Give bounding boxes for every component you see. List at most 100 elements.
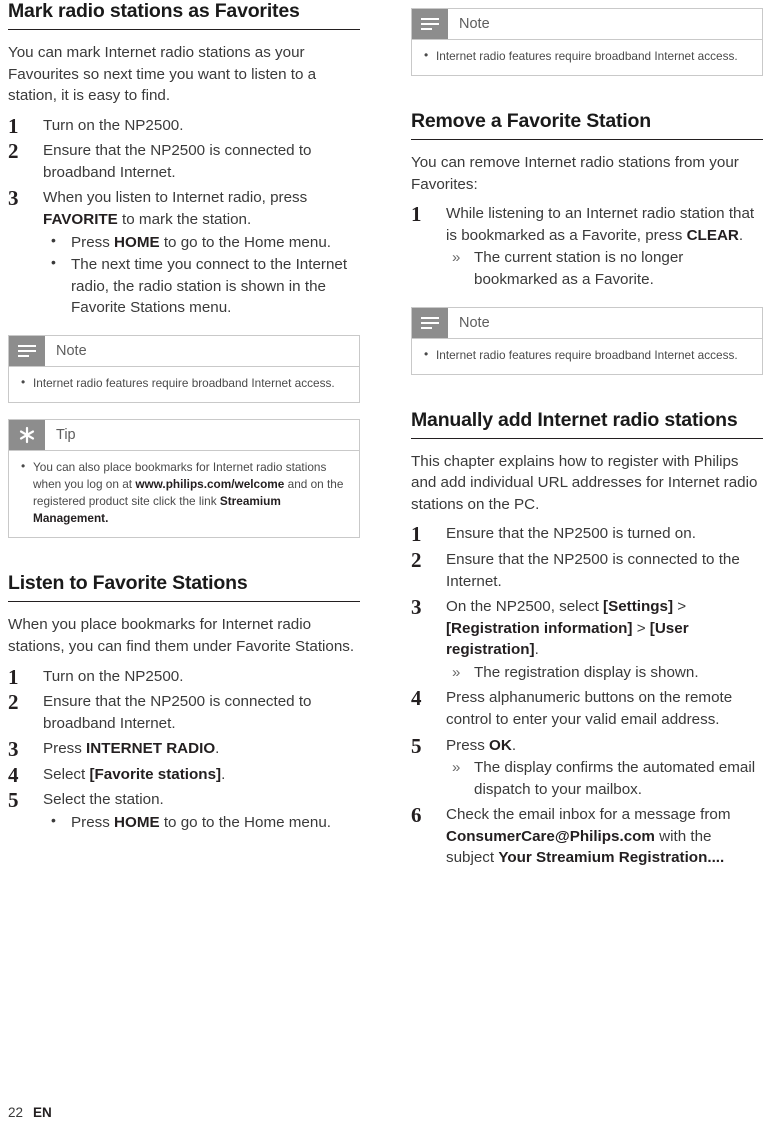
step-number: 6 (411, 803, 422, 828)
note-lines-icon (412, 9, 448, 39)
tip-item: You can also place bookmarks for Interne… (19, 458, 349, 527)
step-text: Ensure that the NP2500 is connected to b… (43, 693, 312, 732)
manual-page: Mark radio stations as Favorites You can… (0, 0, 766, 1131)
bullet-item: Press HOME to go to the Home menu. (43, 811, 360, 834)
note-item: Internet radio features require broadban… (422, 47, 752, 65)
step-text: Ensure that the NP2500 is connected to t… (446, 550, 740, 590)
step-item: 4 Select [Favorite stations]. (8, 763, 360, 787)
step-result-list: The registration display is shown. (446, 662, 763, 684)
step-number: 3 (8, 186, 19, 211)
step-result-list: The current station is no longer bookmar… (446, 247, 763, 290)
step-text: Check the email inbox for a message from… (446, 806, 731, 867)
step-item: 5 Press OK. The display confirms the aut… (411, 733, 763, 801)
note-title: Note (56, 342, 87, 359)
step-result-list: The display confirms the automated email… (446, 757, 763, 800)
note-item: Internet radio features require broadban… (19, 374, 349, 392)
note-lines-icon (412, 307, 448, 338)
result-item: The current station is no longer bookmar… (446, 247, 763, 290)
note-header: Note (9, 335, 359, 367)
note-header: Note (412, 307, 762, 339)
step-item: 3 Press INTERNET RADIO. (8, 737, 360, 761)
step-item: 3 On the NP2500, select [Settings] > [Re… (411, 595, 763, 684)
tip-box: Tip You can also place bookmarks for Int… (8, 419, 360, 539)
step-item: 5 Select the station. Press HOME to go t… (8, 788, 360, 834)
note-body: Internet radio features require broadban… (412, 40, 762, 75)
step-text: Turn on the NP2500. (43, 116, 184, 134)
step-text: While listening to an Internet radio sta… (446, 205, 755, 244)
step-number: 4 (411, 686, 422, 711)
tip-title: Tip (56, 427, 76, 444)
note-title: Note (459, 314, 490, 331)
step-text: Press OK. (446, 736, 517, 754)
left-column: Mark radio stations as Favorites You can… (8, 0, 360, 838)
step-item: 6 Check the email inbox for a message fr… (411, 803, 763, 869)
section-title-listen-favorites: Listen to Favorite Stations (8, 572, 360, 603)
bullet-item: The next time you connect to the Interne… (43, 253, 360, 319)
note-body: Internet radio features require broadban… (9, 367, 359, 402)
steps-list-manually-add: 1 Ensure that the NP2500 is turned on. 2… (411, 522, 763, 869)
step-number: 5 (8, 788, 19, 813)
note-box: Note Internet radio features require bro… (8, 334, 360, 404)
step-number: 1 (411, 202, 422, 227)
intro-paragraph: You can mark Internet radio stations as … (8, 44, 317, 105)
intro-paragraph: When you place bookmarks for Internet ra… (8, 616, 355, 655)
section-title-manually-add: Manually add Internet radio stations (411, 409, 763, 439)
page-footer: 22 EN (8, 1105, 52, 1120)
note-body: Internet radio features require broadban… (412, 339, 762, 374)
steps-list-listen-favorites: 1 Turn on the NP2500. 2 Ensure that the … (8, 665, 360, 834)
tip-header: Tip (9, 420, 359, 452)
step-text: Ensure that the NP2500 is turned on. (446, 525, 696, 543)
bullet-item: Press HOME to go to the Home menu. (43, 231, 360, 254)
page-language: EN (33, 1105, 52, 1120)
intro-paragraph: This chapter explains how to register wi… (411, 452, 758, 513)
step-item: 3 When you listen to Internet radio, pre… (8, 186, 360, 319)
step-number: 5 (411, 733, 422, 758)
tip-body: You can also place bookmarks for Interne… (9, 451, 359, 537)
step-number: 2 (8, 139, 19, 164)
page-number: 22 (8, 1105, 24, 1120)
note-header: Note (412, 9, 762, 40)
step-text: Press INTERNET RADIO. (43, 740, 220, 758)
step-text: Select [Favorite stations]. (43, 765, 226, 783)
step-item: 4 Press alphanumeric buttons on the remo… (411, 686, 763, 730)
step-text: Press alphanumeric buttons on the remote… (446, 689, 733, 729)
step-item: 1 While listening to an Internet radio s… (411, 202, 763, 290)
step-item: 1 Ensure that the NP2500 is turned on. (411, 522, 763, 546)
step-item: 2 Ensure that the NP2500 is connected to… (8, 690, 360, 734)
result-item: The registration display is shown. (446, 662, 763, 684)
step-number: 2 (8, 690, 19, 715)
note-lines-icon (9, 335, 45, 366)
step-text: Turn on the NP2500. (43, 667, 184, 685)
note-list: Internet radio features require broadban… (19, 374, 349, 392)
note-title: Note (459, 16, 490, 32)
step-number: 3 (411, 595, 422, 620)
note-box: Note Internet radio features require bro… (411, 8, 763, 77)
step-sub-bullets: Press HOME to go to the Home menu. The n… (43, 231, 360, 319)
step-number: 2 (411, 547, 422, 572)
note-list: Internet radio features require broadban… (422, 346, 752, 364)
note-box: Note Internet radio features require bro… (411, 306, 763, 375)
step-text: When you listen to Internet radio, press… (43, 189, 308, 229)
tip-asterisk-icon (9, 420, 45, 451)
note-item: Internet radio features require broadban… (422, 346, 752, 364)
step-item: 2 Ensure that the NP2500 is connected to… (411, 547, 763, 592)
step-text: Select the station. (43, 791, 164, 809)
intro-paragraph: You can remove Internet radio stations f… (411, 154, 739, 193)
tip-list: You can also place bookmarks for Interne… (19, 458, 349, 527)
result-item: The display confirms the automated email… (446, 757, 763, 800)
step-item: 1 Turn on the NP2500. (8, 114, 360, 138)
right-column: Note Internet radio features require bro… (411, 0, 763, 873)
step-sub-bullets: Press HOME to go to the Home menu. (43, 811, 360, 834)
steps-list-remove-favorite: 1 While listening to an Internet radio s… (411, 202, 763, 290)
note-list: Internet radio features require broadban… (422, 47, 752, 65)
step-text: On the NP2500, select [Settings] > [Regi… (446, 598, 689, 659)
step-item: 1 Turn on the NP2500. (8, 665, 360, 689)
page-title: Mark radio stations as Favorites (8, 0, 360, 30)
step-item: 2 Ensure that the NP2500 is connected to… (8, 139, 360, 183)
section-title-remove-favorite: Remove a Favorite Station (411, 110, 763, 141)
steps-list-mark-favorites: 1 Turn on the NP2500. 2 Ensure that the … (8, 114, 360, 319)
step-text: Ensure that the NP2500 is connected to b… (43, 142, 312, 181)
